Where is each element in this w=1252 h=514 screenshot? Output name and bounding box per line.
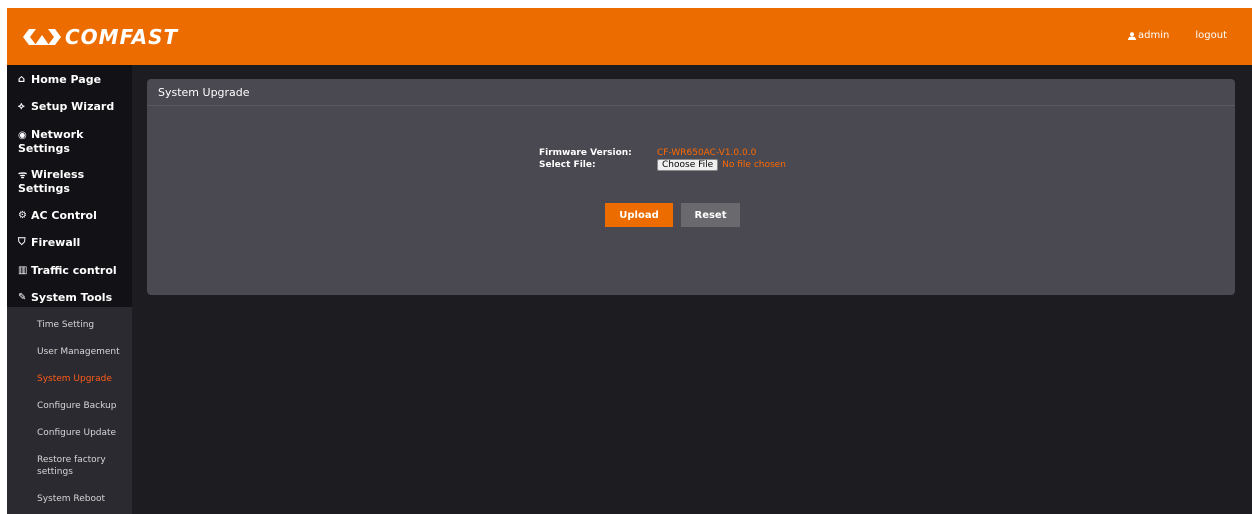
firmware-version-label: Firmware Version:: [539, 148, 632, 158]
panel-title: System Upgrade: [147, 79, 1235, 106]
sidebar-item-label: Traffic control: [31, 264, 117, 277]
user-icon: [1128, 31, 1137, 40]
form-buttons: Upload Reset: [605, 203, 740, 227]
sidebar-item-home-page[interactable]: ⌂ Home Page: [7, 73, 132, 86]
tools-icon: ✎: [18, 292, 27, 303]
wifi-icon: ᯤ: [18, 170, 28, 181]
sidebar: ⌂ Home Page ⟡ Setup Wizard ◉ Network Sett…: [7, 65, 132, 514]
submenu-item-user-management[interactable]: User Management: [7, 346, 132, 358]
home-icon: ⌂: [18, 74, 26, 85]
submenu-item-configure-update[interactable]: Configure Update: [7, 427, 132, 439]
choose-file-button[interactable]: Choose File: [657, 159, 719, 171]
sidebar-item-wireless-settings[interactable]: ᯤ Wireless Settings: [7, 168, 117, 195]
globe-icon: ◉: [18, 130, 27, 141]
wand-icon: ⟡: [18, 101, 25, 112]
submenu-item-time-setting[interactable]: Time Setting: [7, 319, 132, 331]
firmware-version-row: Firmware Version: CF-WR650AC-V1.0.0.0: [539, 147, 786, 159]
admin-label: admin: [1138, 30, 1170, 41]
top-header: COMFAST admin logout: [7, 8, 1252, 65]
sidebar-item-label: Home Page: [31, 73, 102, 86]
sidebar-item-ac-control[interactable]: ⚙ AC Control: [7, 209, 132, 222]
select-file-row: Select File: Choose File No file chosen: [539, 159, 786, 171]
system-upgrade-panel: System Upgrade Firmware Version: CF-WR65…: [147, 79, 1235, 295]
reset-button[interactable]: Reset: [681, 203, 740, 227]
upgrade-form: Firmware Version: CF-WR650AC-V1.0.0.0 Se…: [539, 147, 786, 171]
sidebar-item-label: AC Control: [31, 209, 97, 222]
bar-chart-icon: ▥: [18, 265, 28, 276]
sidebar-item-system-tools[interactable]: ✎ System Tools: [7, 291, 132, 304]
submenu-item-restore-factory-settings[interactable]: Restore factory settings: [7, 454, 107, 478]
system-tools-submenu: Time Setting User Management System Upgr…: [7, 307, 132, 514]
sidebar-item-firewall[interactable]: ⛉ Firewall: [7, 236, 132, 249]
firmware-version-value: CF-WR650AC-V1.0.0.0: [657, 148, 757, 158]
sidebar-item-label: System Tools: [31, 291, 113, 304]
user-area: admin logout: [1128, 30, 1227, 41]
sidebar-item-traffic-control[interactable]: ▥ Traffic control: [7, 264, 132, 277]
sidebar-item-network-settings[interactable]: ◉ Network Settings: [7, 128, 117, 155]
shield-icon: ⛉: [18, 237, 26, 248]
submenu-item-system-upgrade[interactable]: System Upgrade: [7, 373, 132, 385]
comfast-logo-mark-icon: [23, 29, 61, 45]
sidebar-item-label: Setup Wizard: [31, 100, 115, 113]
sidebar-item-label: Firewall: [31, 236, 81, 249]
brand-name: COMFAST: [65, 25, 179, 49]
comfast-logo: COMFAST: [23, 25, 178, 49]
submenu-item-system-reboot[interactable]: System Reboot: [7, 493, 132, 505]
file-status-text: No file chosen: [722, 160, 786, 170]
admin-user-link[interactable]: admin: [1128, 30, 1169, 41]
logout-link[interactable]: logout: [1195, 30, 1227, 41]
app-window: COMFAST admin logout ⌂ Home Page ⟡ Setup…: [7, 8, 1252, 514]
sidebar-item-setup-wizard[interactable]: ⟡ Setup Wizard: [7, 100, 132, 113]
upload-button[interactable]: Upload: [605, 203, 673, 227]
submenu-item-configure-backup[interactable]: Configure Backup: [7, 400, 132, 412]
select-file-label: Select File:: [539, 160, 596, 170]
gear-icon: ⚙: [18, 210, 27, 221]
